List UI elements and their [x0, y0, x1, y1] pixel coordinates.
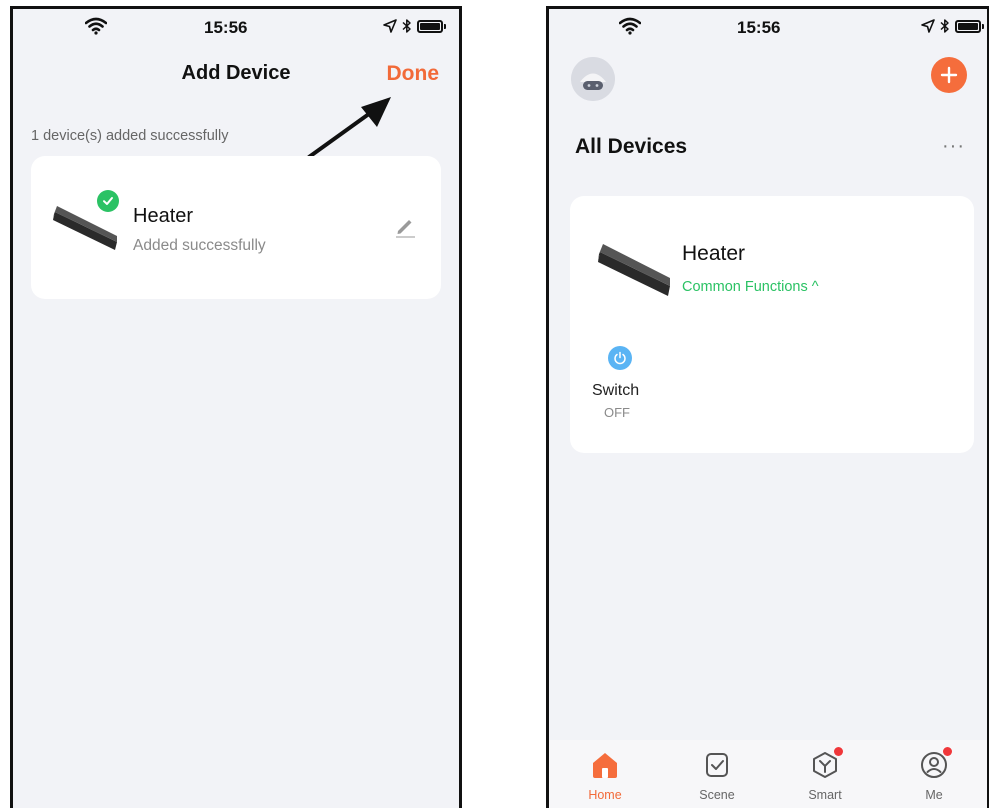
device-card-heater[interactable]: Heater Common Functions ^ Switch OFF — [570, 196, 974, 453]
notification-dot — [834, 747, 843, 756]
notification-dot — [943, 747, 952, 756]
device-name: Heater — [682, 242, 746, 265]
added-count-text: 1 device(s) added successfully — [31, 128, 229, 144]
device-name: Heater — [133, 205, 194, 227]
home-screen: 15:56 All Devices ··· Heater Common Func… — [546, 6, 989, 808]
robot-avatar-icon — [571, 57, 615, 101]
added-device-card: Heater Added successfully — [31, 156, 441, 299]
tab-label: Smart — [808, 788, 842, 802]
switch-state: OFF — [604, 405, 630, 420]
plus-icon — [940, 66, 958, 84]
tab-home[interactable]: Home — [565, 750, 645, 802]
edit-icon[interactable] — [393, 214, 417, 238]
done-button[interactable]: Done — [387, 62, 440, 86]
home-avatar[interactable] — [571, 57, 615, 101]
wifi-icon — [619, 17, 641, 35]
tab-me[interactable]: Me — [894, 747, 974, 802]
status-indicators — [383, 18, 446, 34]
tab-scene[interactable]: Scene — [677, 750, 757, 802]
battery-icon — [417, 19, 446, 33]
bluetooth-icon — [940, 19, 949, 33]
wifi-icon — [85, 17, 107, 35]
location-icon — [383, 19, 397, 33]
status-time: 15:56 — [204, 18, 248, 37]
status-bar: 15:56 — [13, 9, 459, 45]
tab-label: Scene — [699, 788, 735, 802]
bluetooth-icon — [402, 19, 411, 33]
add-device-screen: 15:56 Add Device Done 7 1 device(s) adde… — [10, 6, 462, 808]
switch-label: Switch — [592, 382, 640, 399]
common-functions-toggle[interactable]: Common Functions ^ — [682, 279, 819, 295]
heater-device-image — [598, 244, 670, 296]
tab-label: Home — [588, 788, 622, 802]
status-time: 15:56 — [737, 18, 781, 37]
annotation-arrow — [307, 97, 391, 159]
home-icon — [593, 753, 617, 778]
add-device-button[interactable] — [931, 57, 967, 93]
section-title: All Devices — [575, 135, 688, 158]
device-status: Added successfully — [133, 237, 266, 254]
more-options-button[interactable]: ··· — [942, 135, 965, 158]
power-icon — [614, 351, 626, 365]
success-check-icon — [97, 190, 119, 212]
tab-smart[interactable]: Smart — [785, 747, 865, 802]
tab-label: Me — [925, 788, 943, 802]
power-button[interactable] — [608, 346, 632, 370]
location-icon — [921, 19, 935, 33]
status-bar: 15:56 — [549, 9, 987, 45]
battery-icon — [955, 19, 984, 33]
bottom-tab-bar: Home Scene Smart Me — [549, 740, 987, 808]
status-indicators — [921, 18, 984, 34]
scene-icon — [706, 753, 728, 777]
